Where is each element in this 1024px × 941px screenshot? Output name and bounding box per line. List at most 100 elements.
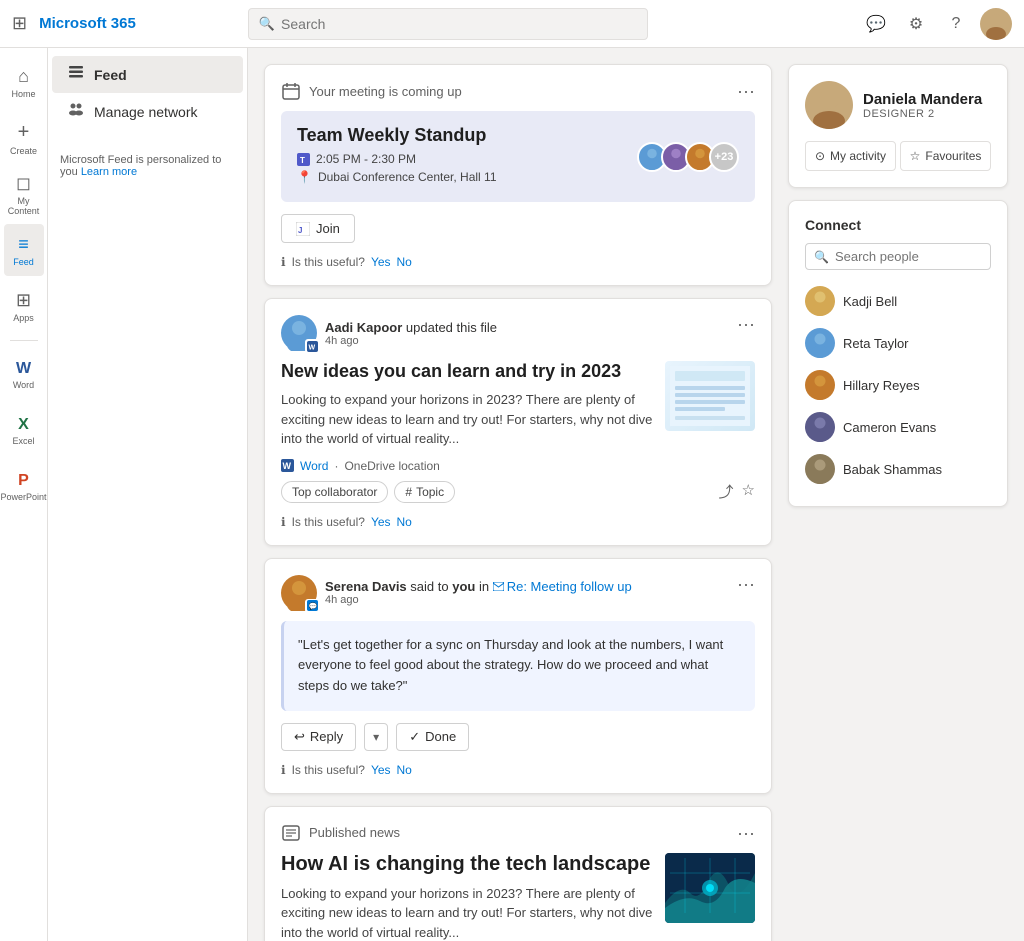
- sidebar-item-word[interactable]: W Word: [4, 349, 44, 401]
- nav-item-feed[interactable]: Feed: [52, 56, 243, 93]
- favourites-tab[interactable]: ☆ Favourites: [900, 141, 991, 171]
- post-tags: Top collaborator # Topic: [281, 481, 455, 503]
- person-item-1[interactable]: Reta Taylor: [805, 322, 991, 364]
- person-item-3[interactable]: Cameron Evans: [805, 406, 991, 448]
- svg-text:J: J: [298, 226, 302, 235]
- settings-icon[interactable]: ⚙: [900, 8, 932, 40]
- sidebar-item-excel[interactable]: X Excel: [4, 405, 44, 457]
- post-tag-topic[interactable]: # Topic: [394, 481, 455, 503]
- connect-search-bar[interactable]: 🔍: [805, 243, 991, 270]
- message-actions: ↩ Reply ▾ ✓ Done: [281, 723, 755, 751]
- person-avatar-1: [805, 328, 835, 358]
- post-author-row: W Aadi Kapoor updated this file 4h ago: [281, 315, 497, 351]
- activity-label: My activity: [830, 149, 886, 163]
- teams-icon: T: [297, 153, 310, 166]
- sidebar-item-feed[interactable]: ≡ Feed: [4, 224, 44, 276]
- news-icon: [281, 823, 301, 843]
- share-icon[interactable]: ⤴: [719, 481, 734, 502]
- message-card-header: 💬 Serena Davis said to you in: [281, 575, 755, 621]
- profile-name: Daniela Mandera: [863, 91, 982, 108]
- reply-button[interactable]: ↩ Reply: [281, 723, 356, 751]
- sidebar-item-powerpoint[interactable]: P PowerPoint: [4, 461, 44, 513]
- message-no-link[interactable]: No: [397, 763, 412, 777]
- meeting-time: T 2:05 PM - 2:30 PM: [297, 152, 497, 166]
- sidebar-item-my-content[interactable]: ◻ My Content: [4, 168, 44, 220]
- person-item-2[interactable]: Hillary Reyes: [805, 364, 991, 406]
- excel-icon: X: [18, 416, 29, 434]
- meeting-useful-row: ℹ Is this useful? Yes No: [281, 255, 755, 269]
- post-action-icons: ⤴ ☆: [719, 481, 755, 502]
- meeting-no-link[interactable]: No: [397, 255, 412, 269]
- post-author-info: Aadi Kapoor updated this file 4h ago: [325, 320, 497, 347]
- message-action: said to: [410, 579, 452, 594]
- source-separator: ·: [334, 459, 338, 473]
- svg-text:T: T: [300, 156, 305, 165]
- meeting-more-button[interactable]: ···: [737, 82, 755, 100]
- news-more-button[interactable]: ···: [737, 824, 755, 842]
- svg-text:W: W: [308, 344, 315, 351]
- message-badge-icon: 💬: [305, 599, 319, 613]
- profile-card: Daniela Mandera DESIGNER 2 ⊙ My activity…: [788, 64, 1008, 188]
- message-author-row: 💬 Serena Davis said to you in: [281, 575, 632, 611]
- nav-panel: Feed Manage network Microsoft Feed is pe…: [48, 48, 248, 941]
- person-name-1: Reta Taylor: [843, 336, 909, 351]
- create-icon: +: [18, 121, 30, 144]
- feed-icon: ≡: [18, 234, 29, 255]
- message-yes-link[interactable]: Yes: [371, 763, 391, 777]
- sidebar-label-my-content: My Content: [4, 196, 44, 216]
- person-name-4: Babak Shammas: [843, 462, 942, 477]
- message-useful-text: Is this useful?: [292, 763, 365, 777]
- post-source-location: OneDrive location: [344, 459, 439, 473]
- meeting-yes-link[interactable]: Yes: [371, 255, 391, 269]
- post-content-row: New ideas you can learn and try in 2023 …: [281, 361, 755, 459]
- main-layout: ⌂ Home + Create ◻ My Content ≡ Feed ⊞ Ap…: [0, 48, 1024, 941]
- post-source: W Word · OneDrive location: [281, 459, 755, 473]
- sidebar-label-excel: Excel: [12, 436, 34, 446]
- topbar-right: 💬 ⚙ ?: [860, 8, 1012, 40]
- post-title: New ideas you can learn and try in 2023: [281, 361, 653, 382]
- activity-tab[interactable]: ⊙ My activity: [805, 141, 896, 171]
- meeting-card-header: Your meeting is coming up ···: [281, 81, 755, 101]
- learn-more-link[interactable]: Learn more: [81, 166, 137, 178]
- nav-item-manage-network[interactable]: Manage network: [52, 93, 243, 130]
- user-avatar[interactable]: [980, 8, 1012, 40]
- post-content-left: New ideas you can learn and try in 2023 …: [281, 361, 653, 459]
- person-item-0[interactable]: Kadji Bell: [805, 280, 991, 322]
- meeting-card: Your meeting is coming up ··· Team Weekl…: [264, 64, 772, 286]
- person-avatar-2: [805, 370, 835, 400]
- sidebar-item-apps[interactable]: ⊞ Apps: [4, 280, 44, 332]
- news-card-title: Published news: [309, 825, 400, 840]
- sidebar-item-home[interactable]: ⌂ Home: [4, 56, 44, 108]
- post-no-link[interactable]: No: [397, 515, 412, 529]
- person-name-0: Kadji Bell: [843, 294, 897, 309]
- help-icon[interactable]: ?: [940, 8, 972, 40]
- post-badge-icon: W: [305, 339, 319, 353]
- post-more-button[interactable]: ···: [737, 315, 755, 333]
- message-useful-row: ℹ Is this useful? Yes No: [281, 763, 755, 777]
- join-button[interactable]: J Join: [281, 214, 355, 243]
- reply-dropdown-button[interactable]: ▾: [364, 723, 388, 751]
- news-body: Looking to expand your horizons in 2023?…: [281, 884, 653, 941]
- sidebar-item-create[interactable]: + Create: [4, 112, 44, 164]
- post-source-link[interactable]: Word: [300, 459, 328, 473]
- star-icon[interactable]: ☆: [742, 481, 755, 502]
- meeting-card-title: Your meeting is coming up: [309, 84, 462, 99]
- reply-icon: ↩: [294, 729, 305, 745]
- word-source-icon: W: [281, 459, 294, 472]
- post-useful-icon: ℹ: [281, 515, 286, 529]
- connect-search-input[interactable]: [835, 249, 982, 264]
- manage-network-icon: [68, 101, 84, 122]
- message-card: 💬 Serena Davis said to you in: [264, 558, 772, 794]
- person-item-4[interactable]: Babak Shammas: [805, 448, 991, 490]
- feedback-icon[interactable]: 💬: [860, 8, 892, 40]
- post-tag-collaborator[interactable]: Top collaborator: [281, 481, 388, 503]
- news-card-header: Published news ···: [281, 823, 755, 843]
- done-label: Done: [425, 729, 456, 744]
- apps-grid-icon[interactable]: ⊞: [12, 13, 27, 34]
- post-yes-link[interactable]: Yes: [371, 515, 391, 529]
- message-more-button[interactable]: ···: [737, 575, 755, 593]
- done-button[interactable]: ✓ Done: [396, 723, 469, 751]
- search-input[interactable]: [281, 16, 637, 32]
- search-bar[interactable]: 🔍: [248, 8, 648, 40]
- nav-label-feed: Feed: [94, 67, 127, 83]
